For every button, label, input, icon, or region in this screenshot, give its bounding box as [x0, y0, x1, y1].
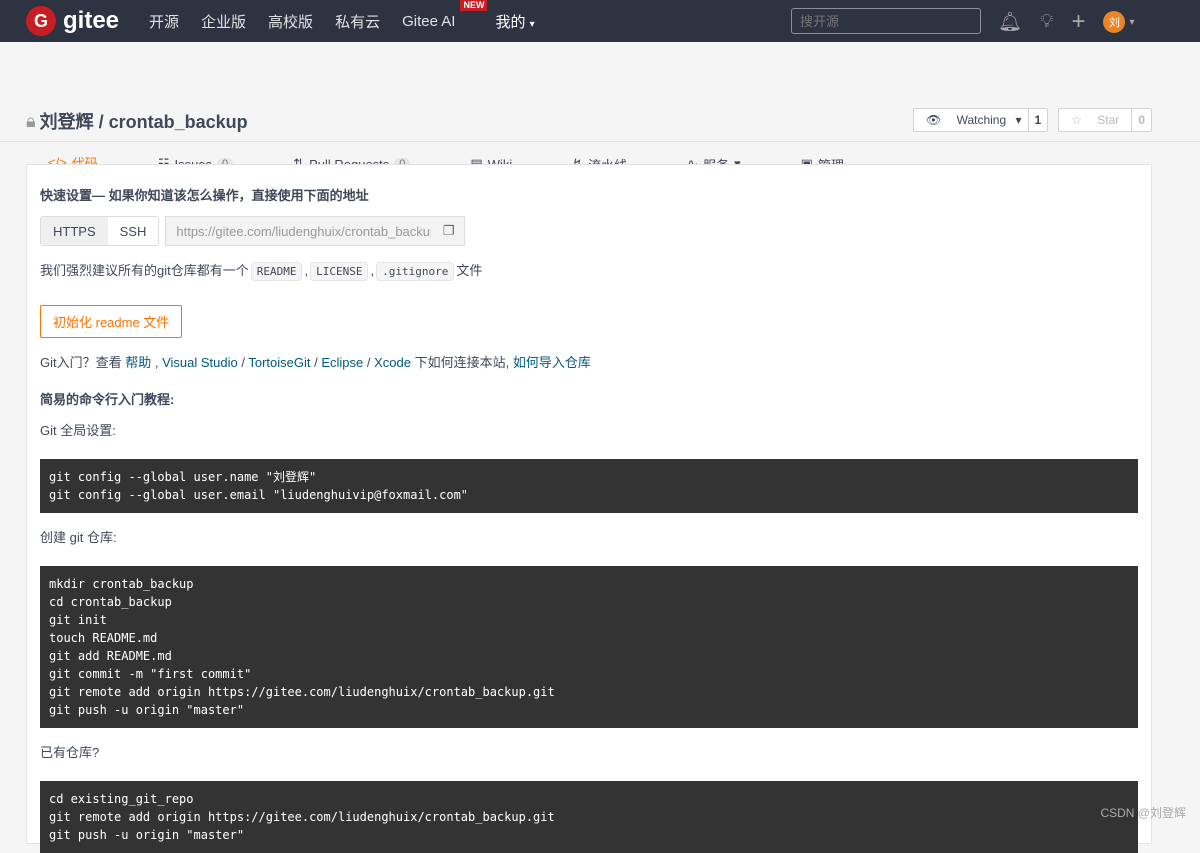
- protocol-switch: HTTPS SSH: [40, 216, 159, 246]
- watermark: CSDN @刘登辉: [1100, 804, 1186, 821]
- star-button[interactable]: ☆ Star 0: [1058, 108, 1152, 132]
- init-readme-button[interactable]: 初始化 readme 文件: [40, 305, 182, 338]
- new-badge: NEW: [460, 0, 487, 11]
- create-repo-code: mkdir crontab_backup cd crontab_backup g…: [40, 566, 1138, 728]
- watch-count[interactable]: 1: [1028, 109, 1048, 131]
- nav-mine[interactable]: 我的 ▾: [495, 11, 534, 32]
- readme-code: README: [251, 262, 303, 281]
- ssh-button[interactable]: SSH: [108, 217, 159, 245]
- nav-open-source[interactable]: 开源: [149, 11, 179, 32]
- import-repo-link[interactable]: 如何导入仓库: [513, 355, 591, 370]
- top-nav: Ggitee 开源 企业版 高校版 私有云 Gitee AINEW 我的 ▾ 🔔…: [0, 0, 1200, 42]
- lightbulb-icon[interactable]: 💡︎: [1040, 11, 1053, 33]
- repo-name[interactable]: 刘登辉 / crontab_backup: [40, 108, 248, 134]
- license-code: LICENSE: [310, 262, 368, 281]
- tutorial-heading: 简易的命令行入门教程:: [40, 389, 1138, 408]
- help-link[interactable]: 帮助: [125, 355, 151, 370]
- star-icon: ☆: [1065, 113, 1088, 127]
- recommend-prefix: 我们强烈建议所有的git仓库都有一个: [40, 263, 249, 278]
- chevron-down-icon: ▾: [1129, 17, 1134, 28]
- gitee-logo-icon: G: [26, 6, 56, 36]
- recommend-text: 我们强烈建议所有的git仓库都有一个README,LICENSE,.gitign…: [40, 260, 1138, 279]
- nav-gitee-ai-label: Gitee AI: [402, 13, 455, 30]
- nav-private-cloud[interactable]: 私有云: [335, 11, 380, 32]
- eclipse-link[interactable]: Eclipse: [321, 355, 363, 370]
- search-input[interactable]: [791, 8, 981, 34]
- help-mid: 下如何连接本站,: [411, 355, 513, 370]
- nav-enterprise[interactable]: 企业版: [201, 11, 246, 32]
- nav-education[interactable]: 高校版: [268, 11, 313, 32]
- gitee-logo[interactable]: Ggitee: [26, 6, 119, 36]
- clone-url: https://gitee.com/liudenghuix/crontab_ba…: [176, 224, 431, 239]
- recommend-suffix: 文件: [456, 263, 482, 278]
- gitignore-code: .gitignore: [376, 262, 454, 281]
- nav-mine-label: 我的: [495, 14, 525, 31]
- global-setup-label: Git 全局设置:: [40, 420, 1138, 439]
- help-text: Git入门？查看 帮助 , Visual Studio / TortoiseGi…: [40, 352, 1138, 371]
- watch-label: Watching: [951, 113, 1013, 127]
- star-count[interactable]: 0: [1131, 109, 1151, 131]
- existing-repo-label: 已有仓库?: [40, 742, 1138, 761]
- bell-icon[interactable]: 🔔︎: [998, 10, 1022, 34]
- chevron-down-icon: ▾: [530, 19, 535, 30]
- user-menu[interactable]: 刘▾: [1103, 11, 1134, 33]
- https-button[interactable]: HTTPS: [41, 217, 108, 245]
- tortoisegit-link[interactable]: TortoiseGit: [248, 355, 310, 370]
- repo-title: 🔒︎刘登辉 / crontab_backup: [26, 108, 248, 134]
- nav-gitee-ai[interactable]: Gitee AINEW: [402, 13, 455, 30]
- copy-icon[interactable]: ❐: [443, 223, 455, 239]
- visual-studio-link[interactable]: Visual Studio: [162, 355, 238, 370]
- create-repo-label: 创建 git 仓库:: [40, 527, 1138, 546]
- clone-url-field[interactable]: https://gitee.com/liudenghuix/crontab_ba…: [165, 216, 465, 246]
- help-prefix: Git入门？查看: [40, 355, 125, 370]
- existing-repo-code: cd existing_git_repo git remote add orig…: [40, 781, 1138, 853]
- repo-header: 🔒︎刘登辉 / crontab_backup 👁︎ Watching ▾1 ☆ …: [0, 42, 1200, 142]
- watch-button[interactable]: 👁︎ Watching ▾1: [913, 108, 1048, 132]
- star-label: Star: [1091, 113, 1125, 127]
- avatar: 刘: [1103, 11, 1125, 33]
- quick-setup-heading: 快速设置— 如果你知道该怎么操作，直接使用下面的地址: [40, 185, 1138, 204]
- quick-setup-card: 快速设置— 如果你知道该怎么操作，直接使用下面的地址 HTTPS SSH htt…: [26, 164, 1152, 844]
- lock-icon: 🔒︎: [26, 111, 36, 132]
- global-setup-code: git config --global user.name "刘登辉" git …: [40, 459, 1138, 513]
- plus-icon[interactable]: +: [1071, 8, 1085, 36]
- eye-icon: 👁︎: [920, 113, 947, 127]
- logo-text: gitee: [63, 7, 119, 35]
- xcode-link[interactable]: Xcode: [374, 355, 411, 370]
